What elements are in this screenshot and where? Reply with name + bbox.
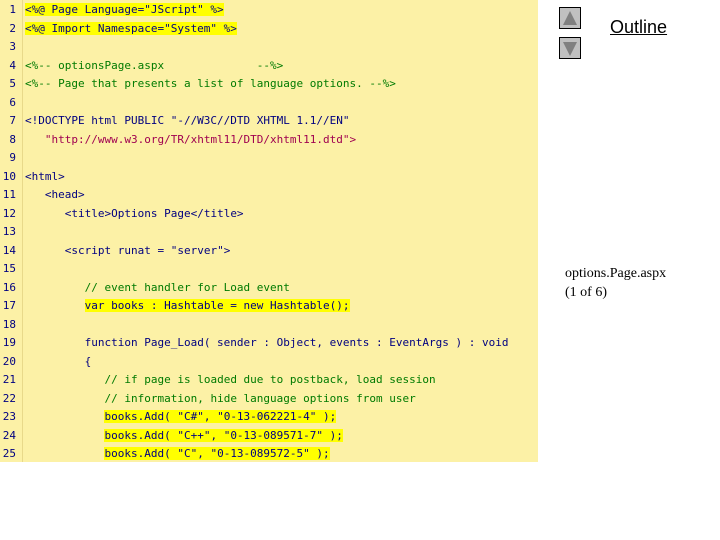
code-line: 23 books.Add( "C#", "0-13-062221-4" ); bbox=[0, 408, 538, 426]
code-text: <html> bbox=[25, 169, 65, 183]
line-number: 15 bbox=[2, 262, 16, 275]
code-line: 4 <%-- optionsPage.aspx --%> bbox=[0, 57, 538, 75]
line-number: 9 bbox=[9, 151, 16, 164]
file-caption: options.Page.aspx (1 of 6) bbox=[565, 264, 715, 302]
code-line: 8 "http://www.w3.org/TR/xhtml11/DTD/xhtm… bbox=[0, 131, 538, 149]
code-text: books.Add( "C#", "0-13-062221-4" ); bbox=[104, 410, 337, 423]
line-number: 23 bbox=[2, 410, 16, 423]
code-text: <%-- Page that presents a list of langua… bbox=[25, 77, 396, 90]
code-text: <script runat = "server"> bbox=[64, 243, 231, 257]
code-line: 22 // information, hide language options… bbox=[0, 390, 538, 408]
line-number: 13 bbox=[2, 225, 16, 238]
code-text: <%-- optionsPage.aspx --%> bbox=[25, 58, 284, 72]
code-text: "http://www.w3.org/TR/xhtml11/DTD/xhtml1… bbox=[44, 132, 357, 146]
code-text: // event handler for Load event bbox=[84, 280, 290, 294]
code-text: { bbox=[84, 354, 92, 368]
line-number: 11 bbox=[2, 188, 16, 201]
code-line: 25 books.Add( "C", "0-13-089572-5" ); bbox=[0, 445, 538, 463]
line-number: 21 bbox=[2, 373, 16, 386]
line-number: 4 bbox=[9, 58, 16, 72]
code-text: var books : Hashtable = new Hashtable(); bbox=[84, 299, 350, 312]
line-number: 19 bbox=[2, 336, 16, 349]
code-line: 18 bbox=[0, 316, 538, 334]
line-number: 16 bbox=[2, 280, 16, 294]
code-line: 2 <%@ Import Namespace="System" %> bbox=[0, 20, 538, 38]
code-text: // information, hide language options fr… bbox=[104, 391, 416, 405]
code-line: 11 <head> bbox=[0, 186, 538, 204]
previous-slide-button[interactable] bbox=[559, 7, 581, 29]
code-line: 6 bbox=[0, 94, 538, 112]
line-number: 14 bbox=[2, 243, 16, 257]
outline-link[interactable]: Outline bbox=[610, 17, 667, 38]
code-line: 3 bbox=[0, 38, 538, 56]
code-text: <title>Options Page</title> bbox=[64, 206, 244, 220]
code-text: <!DOCTYPE html PUBLIC "-//W3C//DTD XHTML… bbox=[25, 114, 350, 127]
line-number: 2 bbox=[9, 21, 16, 35]
line-number: 1 bbox=[9, 3, 16, 16]
arrow-up-icon bbox=[563, 11, 577, 25]
code-text: function Page_Load( sender : Object, eve… bbox=[84, 336, 509, 349]
code-text: <head> bbox=[44, 188, 85, 201]
code-line: 7 <!DOCTYPE html PUBLIC "-//W3C//DTD XHTM… bbox=[0, 112, 538, 130]
line-number: 12 bbox=[2, 206, 16, 220]
code-line: 10 <html> bbox=[0, 168, 538, 186]
code-line: 14 <script runat = "server"> bbox=[0, 242, 538, 260]
code-line: 20 { bbox=[0, 353, 538, 371]
code-text: books.Add( "C", "0-13-089572-5" ); bbox=[104, 447, 330, 460]
line-number: 3 bbox=[9, 40, 16, 53]
line-number: 5 bbox=[9, 77, 16, 90]
code-line: 1 <%@ Page Language="JScript" %> bbox=[0, 1, 538, 19]
line-number: 24 bbox=[2, 428, 16, 442]
line-number: 8 bbox=[9, 132, 16, 146]
code-line: 12 <title>Options Page</title> bbox=[0, 205, 538, 223]
code-listing-panel: 1 <%@ Page Language="JScript" %> 2 <%@ Impo… bbox=[0, 0, 538, 462]
line-number: 25 bbox=[2, 447, 16, 460]
code-line: 5 <%-- Page that presents a list of langu… bbox=[0, 75, 538, 93]
line-number: 22 bbox=[2, 391, 16, 405]
next-slide-button[interactable] bbox=[559, 37, 581, 59]
code-line: 17 var books : Hashtable = new Hashtable… bbox=[0, 297, 538, 315]
line-number: 7 bbox=[9, 114, 16, 127]
file-name: options.Page.aspx bbox=[565, 266, 667, 281]
code-text: <%@ Import Namespace="System" %> bbox=[25, 21, 237, 35]
arrow-down-icon bbox=[563, 42, 577, 56]
code-line: 13 bbox=[0, 223, 538, 241]
code-line: 16 // event handler for Load event bbox=[0, 279, 538, 297]
line-number: 18 bbox=[2, 317, 16, 331]
code-text: <%@ Page Language="JScript" %> bbox=[25, 3, 224, 16]
line-number: 20 bbox=[2, 354, 16, 368]
code-line: 19 function Page_Load( sender : Object, … bbox=[0, 334, 538, 352]
code-line: 15 bbox=[0, 260, 538, 278]
line-number: 10 bbox=[2, 169, 16, 183]
code-line: 9 bbox=[0, 149, 538, 167]
code-line: 24 books.Add( "C++", "0-13-089571-7" ); bbox=[0, 427, 538, 445]
code-text: books.Add( "C++", "0-13-089571-7" ); bbox=[104, 428, 343, 442]
line-number: 6 bbox=[9, 95, 16, 109]
code-text: // if page is loaded due to postback, lo… bbox=[104, 373, 436, 386]
page-indicator: (1 of 6) bbox=[565, 285, 607, 300]
line-number: 17 bbox=[2, 299, 16, 312]
code-line: 21 // if page is loaded due to postback,… bbox=[0, 371, 538, 389]
